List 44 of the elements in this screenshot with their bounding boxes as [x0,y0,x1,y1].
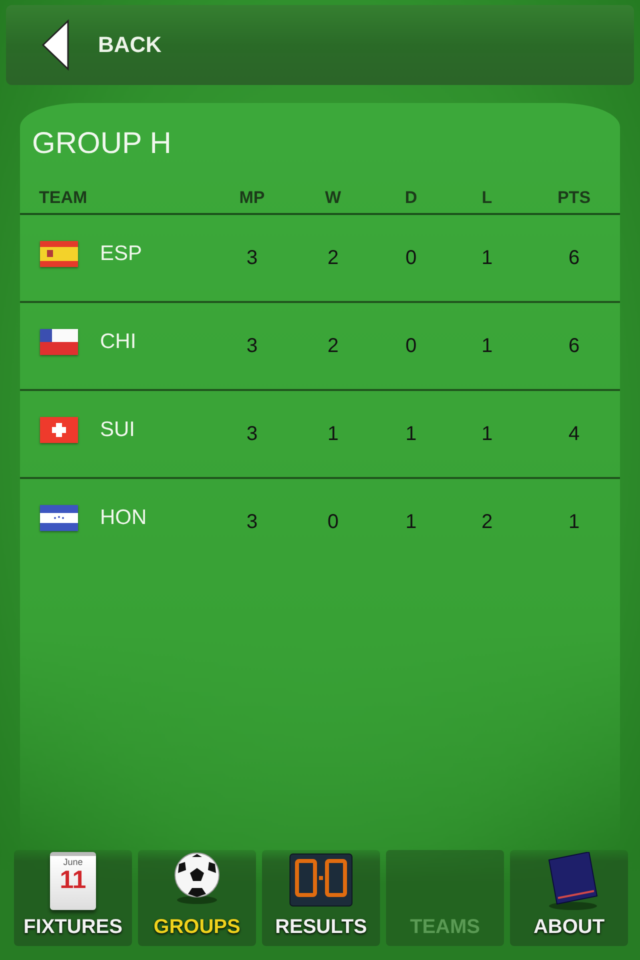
column-header: MP [238,188,266,208]
flag-icon [40,329,78,355]
stat-cell-text: 1 [404,422,418,446]
stat-cell-text: 6 [567,246,581,270]
soccer-ball-icon [172,852,222,904]
stat-cell-text: 6 [567,334,581,358]
stat-cell-text: 2 [326,246,340,270]
team-name: CHI [100,330,136,354]
stat-cell-text: 1 [480,422,494,446]
stat-cell-text: 4 [567,422,581,446]
column-header: TEAM [38,188,88,208]
tab-button[interactable]: GROUPS [138,850,256,946]
stat-cell-text: 0 [404,334,418,358]
calendar-day: 11 [60,867,86,893]
stat-cell-text: 3 [245,422,259,446]
stat-cell-text: 1 [326,422,340,446]
stat-cell-text: 3 [245,334,259,358]
flag-icon [40,505,78,531]
column-header: D [404,188,418,208]
column-header: L [480,188,494,208]
tab-button[interactable]: June 11 FIXTURES [14,850,132,946]
back-button[interactable]: BACK [6,5,634,85]
calendar-month: June [63,857,83,867]
flag-icon [40,417,78,443]
tab-button[interactable]: ABOUT [510,850,628,946]
team-name: ESP [100,242,142,266]
stat-cell-text: 1 [404,510,418,534]
flag-icon [40,241,78,267]
team-name: HON [100,506,147,530]
column-header: PTS [556,188,592,208]
stat-cell-text: 3 [245,510,259,534]
stat-cell-text: 0 [404,246,418,270]
group-title: GROUP H [32,127,172,161]
stat-cell-text: 1 [480,246,494,270]
stat-cell-text: 3 [245,246,259,270]
stat-cell-text: 0 [326,510,340,534]
column-header: W [324,188,342,208]
stat-cell-text: 1 [480,334,494,358]
back-arrow-icon [40,19,70,71]
stat-cell-text: 2 [326,334,340,358]
stat-cell-text: 2 [480,510,494,534]
team-name: SUI [100,418,136,442]
tab-button[interactable]: RESULTS [262,850,380,946]
stat-cell-text: 1 [567,510,581,534]
